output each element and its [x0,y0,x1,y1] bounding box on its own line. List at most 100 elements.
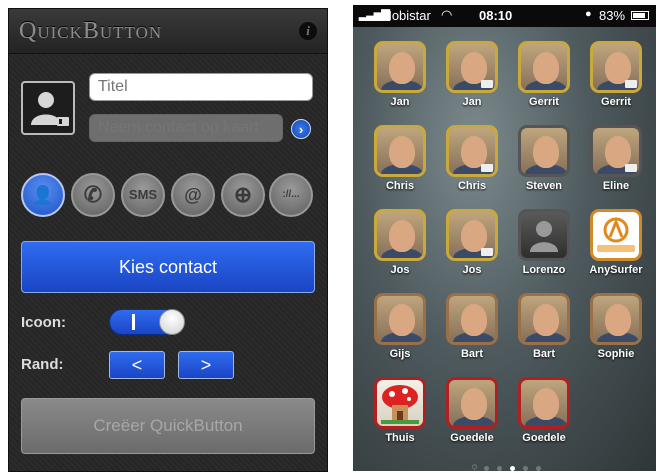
contact-card-badge-icon [481,248,493,256]
icon-toggle[interactable] [109,309,185,335]
app-icon-bart[interactable]: Bart [516,293,572,365]
app-label: Thuis [385,432,415,444]
contact-photo-face [389,136,415,168]
anysurfer-logo-icon [597,217,635,252]
contact-photo-face [533,388,559,420]
icon-label: Icoon: [21,314,66,331]
url-icon: ://... [282,189,300,200]
contact-photo-face [389,220,415,252]
phone-icon: ✆ [83,182,103,207]
type-phone-button[interactable]: ✆ [71,173,115,217]
app-icon-goedele[interactable]: Goedele [516,377,572,449]
wifi-icon: ◠ [441,7,453,22]
app-label: Eline [602,180,630,192]
type-sms-button[interactable]: SMS [121,173,165,217]
mushroom-house-icon [381,385,419,424]
app-icon-image [590,293,642,345]
contact-field[interactable] [89,114,283,142]
app-icon-gerrit[interactable]: Gerrit [588,41,644,113]
app-label: Jos [390,264,410,276]
app-icon-thuis[interactable]: Thuis [372,377,428,449]
type-email-button[interactable]: @ [171,173,215,217]
app-icon-image [446,293,498,345]
app-icon-gijs[interactable]: Gijs [372,293,428,365]
app-icon-image [518,293,570,345]
app-icon-image [374,209,426,261]
page-dot [496,466,502,471]
status-bar: ▂▃▅▇ Mobistar ◠ 08:10 ● 83% [353,5,656,27]
app-icon-image [446,41,498,93]
app-icon-chris[interactable]: Chris [372,125,428,197]
toggle-on-mark [132,314,135,330]
create-quickbutton-button[interactable]: Creëer QuickButton [21,398,315,454]
border-next-button[interactable]: > [178,351,234,379]
toggle-knob [159,309,185,335]
app-icon-image [590,41,642,93]
app-icon-image [374,41,426,93]
nav-bar: QuickButton i [9,9,327,54]
app-icon-image [590,125,642,177]
disclosure-arrow-icon[interactable]: › [291,119,311,139]
type-contact-card-button[interactable]: 👤 [21,173,65,217]
battery-fill [633,13,645,18]
app-icon-gerrit[interactable]: Gerrit [516,41,572,113]
app-label: Sophie [597,348,635,360]
choose-contact-button[interactable]: Kies contact [21,241,315,293]
app-label: Goedele [450,432,494,444]
contact-photo-face [461,304,487,336]
border-label: Rand: [21,356,64,373]
app-title: QuickButton [19,18,163,44]
app-icon-lorenzo[interactable]: Lorenzo [516,209,572,281]
app-label: Gerrit [529,96,559,108]
app-icon-chris[interactable]: Chris [444,125,500,197]
app-icon-image [446,209,498,261]
app-label: Steven [525,180,563,192]
contact-card-badge-icon [481,164,493,172]
web-icon: ⊕ [233,182,253,207]
app-icon-steven[interactable]: Steven [516,125,572,197]
app-label: Lorenzo [522,264,566,276]
border-prev-button[interactable]: < [109,351,165,379]
app-icon-jan[interactable]: Jan [444,41,500,113]
contact-photo-face [605,304,631,336]
app-icon-goedele[interactable]: Goedele [444,377,500,449]
app-icon-image [446,377,498,429]
contact-card-badge-icon [625,80,637,88]
contact-photo-face [533,136,559,168]
email-icon: @ [184,185,202,205]
info-icon[interactable]: i [299,22,317,40]
app-icon-image [374,125,426,177]
app-icon-image [374,377,426,429]
app-icon-jos[interactable]: Jos [444,209,500,281]
sms-icon: SMS [128,187,158,202]
app-icon-anysurfer[interactable]: AnySurfer [588,209,644,281]
carrier-name: Mobistar [381,8,431,23]
clock: 08:10 [479,8,513,23]
app-label: Gijs [389,348,411,360]
app-icon-jos[interactable]: Jos [372,209,428,281]
contact-silhouette-icon [31,92,69,126]
app-label: Chris [457,180,487,192]
app-icon-image [518,209,570,261]
contact-photo-button[interactable] [21,81,75,135]
app-icon-bart[interactable]: Bart [444,293,500,365]
battery-icon [631,11,649,20]
contact-photo-face [533,304,559,336]
page-dot [509,466,515,471]
app-label: Bart [532,348,555,360]
app-icon-image [374,293,426,345]
contact-photo-face [461,388,487,420]
app-label: Jan [390,96,410,108]
quickbutton-screen: QuickButton i › 👤 ✆ SMS @ ⊕ ://... Kies conta… [8,8,328,472]
contact-silhouette-icon [530,221,558,252]
title-input[interactable] [89,73,313,101]
lock-rotation-icon: ● [585,8,592,20]
app-label: AnySurfer [589,264,643,276]
app-icon-eline[interactable]: Eline [588,125,644,197]
app-icon-sophie[interactable]: Sophie [588,293,644,365]
contact-card-badge-icon [625,164,637,172]
app-icon-jan[interactable]: Jan [372,41,428,113]
type-web-button[interactable]: ⊕ [221,173,265,217]
page-indicator[interactable]: ⚲ [453,460,563,471]
type-url-button[interactable]: ://... [269,173,313,217]
